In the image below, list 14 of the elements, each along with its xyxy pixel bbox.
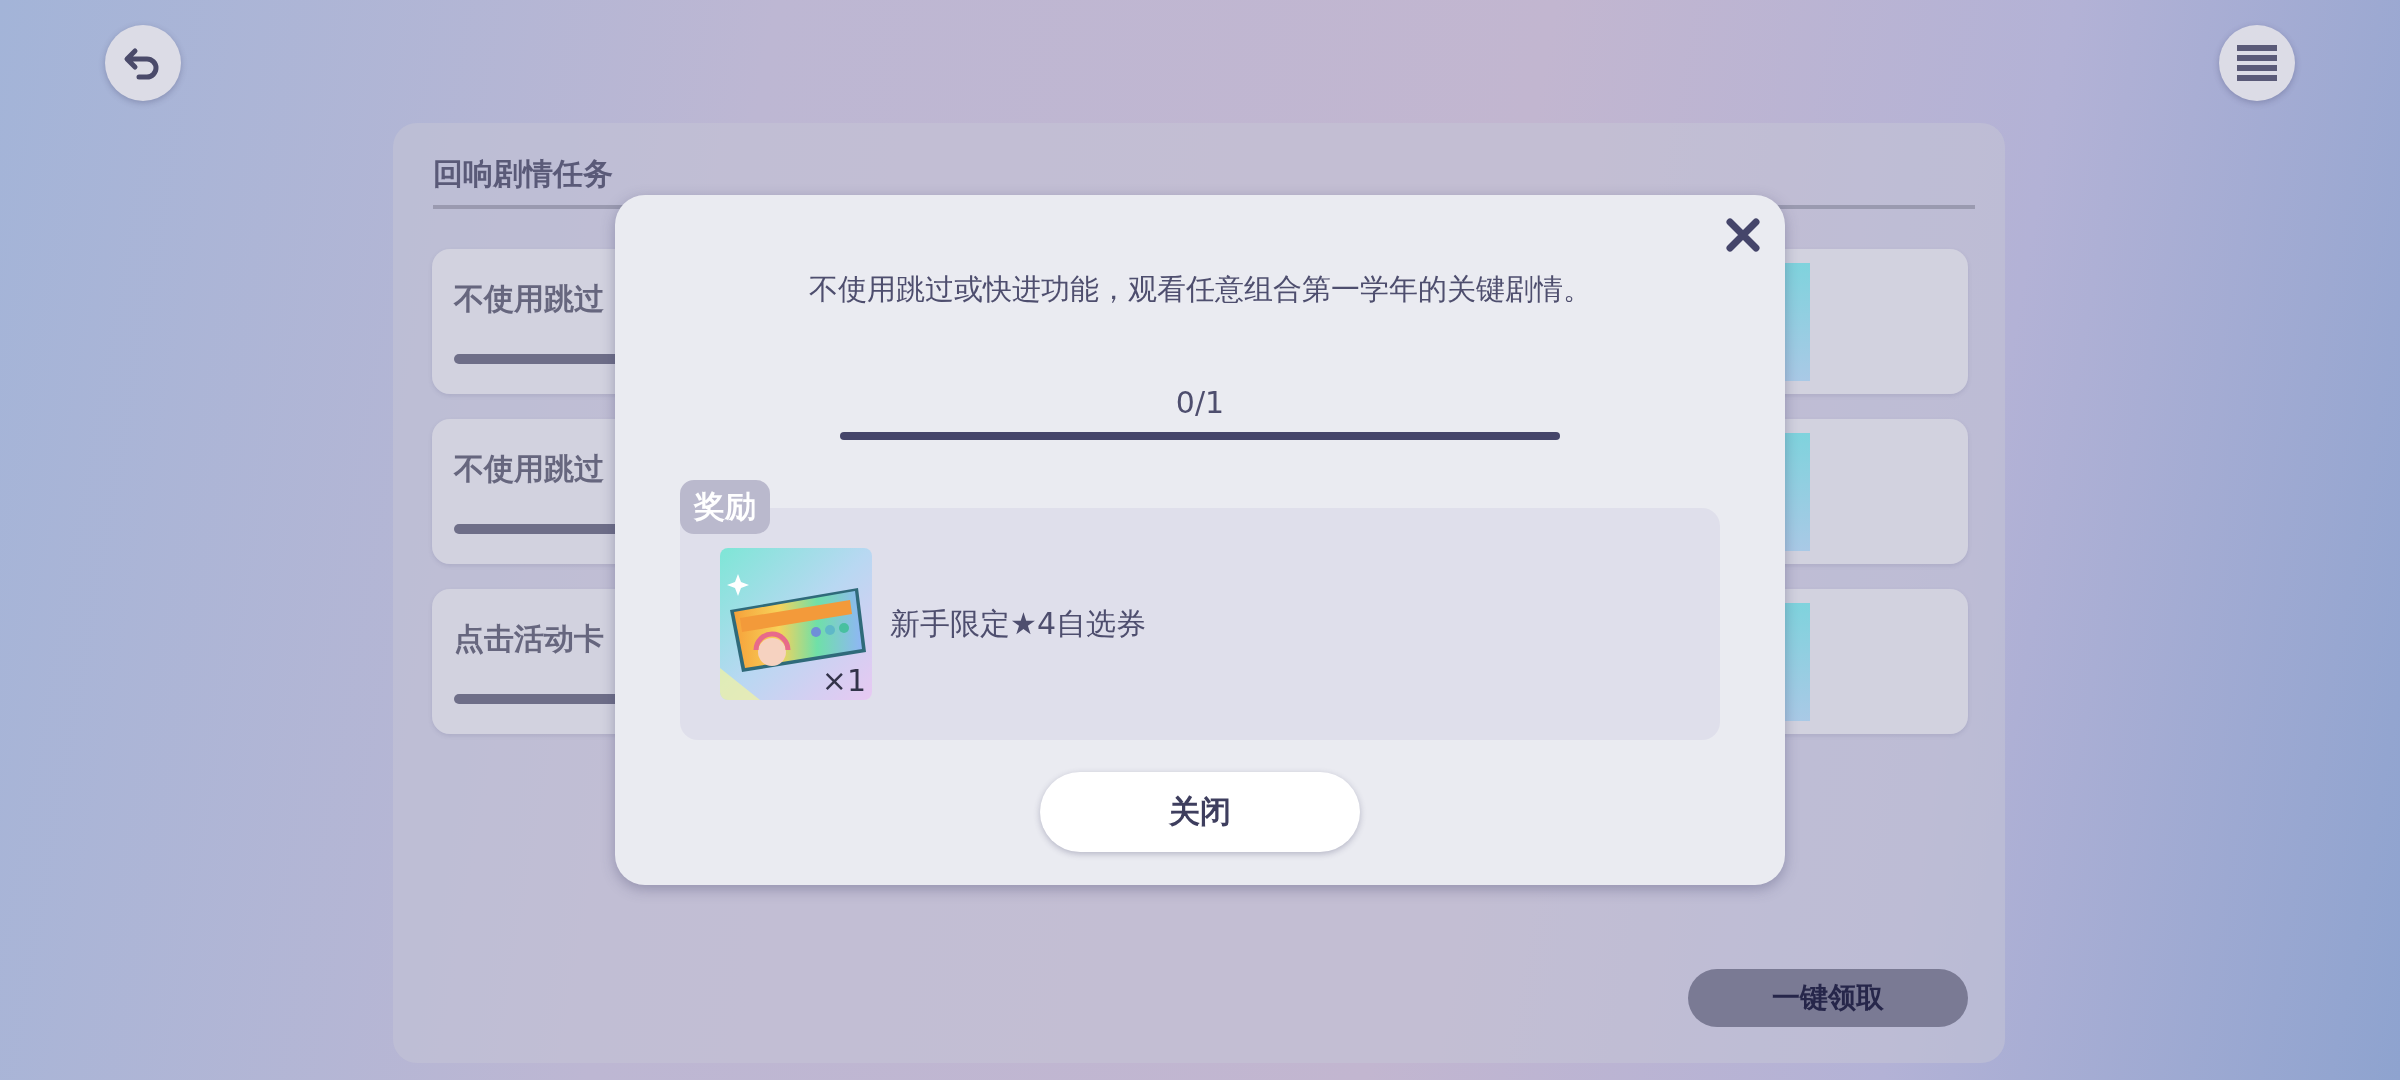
menu-icon bbox=[2237, 45, 2277, 81]
close-icon[interactable] bbox=[1725, 217, 1761, 253]
close-button[interactable]: 关闭 bbox=[1040, 772, 1360, 852]
item-name: 新手限定★4自选券 bbox=[890, 604, 1146, 643]
panel-title: 回响剧情任务 bbox=[433, 154, 613, 193]
mission-description: 不使用跳过或快进功能，观看任意组合第一学年的关键剧情。 bbox=[808, 271, 1592, 308]
reward-label: 奖励 bbox=[680, 480, 770, 534]
item-quantity: ×1 bbox=[821, 663, 866, 698]
mission-title: 点击活动卡 bbox=[454, 620, 604, 658]
progress-reading: 0/1 bbox=[1175, 385, 1225, 420]
back-button[interactable] bbox=[105, 25, 181, 101]
mission-title: 不使用跳过 bbox=[454, 450, 604, 488]
mission-title: 不使用跳过 bbox=[454, 280, 604, 318]
menu-button[interactable] bbox=[2219, 25, 2295, 101]
